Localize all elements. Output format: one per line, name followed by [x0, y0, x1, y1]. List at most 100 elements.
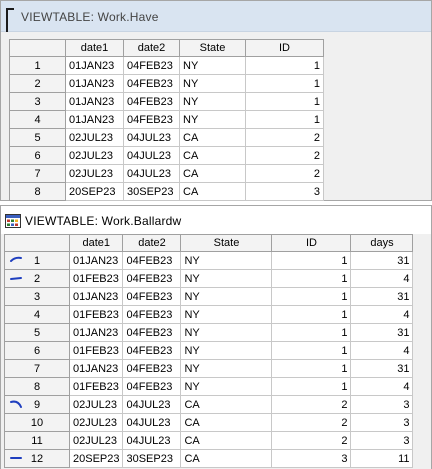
column-header[interactable]: ID [245, 39, 324, 57]
column-header[interactable]: State [180, 234, 273, 252]
table-row[interactable]: 5 02JUL23 04JUL23 CA 2 [9, 128, 324, 147]
cell-id[interactable]: 1 [245, 56, 324, 75]
column-header[interactable]: date2 [122, 234, 182, 252]
cell-date1[interactable]: 01FEB23 [68, 269, 124, 288]
cell-id[interactable]: 3 [271, 449, 352, 468]
cell-date1[interactable]: 02JUL23 [65, 164, 124, 183]
cell-date1[interactable]: 01FEB23 [68, 341, 124, 360]
cell-date2[interactable]: 04FEB23 [122, 377, 182, 396]
cell-days[interactable]: 31 [350, 359, 414, 378]
row-number[interactable]: 1 [9, 56, 66, 75]
cell-days[interactable]: 3 [350, 413, 414, 432]
cell-date1[interactable]: 02JUL23 [68, 413, 124, 432]
table-row[interactable]: 3 01JAN23 04FEB23 NY 1 31 [4, 287, 414, 306]
cell-date1[interactable]: 01JAN23 [68, 251, 124, 270]
cell-date1[interactable]: 02JUL23 [68, 431, 124, 450]
cell-date1[interactable]: 01FEB23 [68, 377, 124, 396]
cell-state[interactable]: NY [179, 56, 246, 75]
cell-date2[interactable]: 04FEB23 [122, 359, 182, 378]
cell-days[interactable]: 31 [350, 323, 414, 342]
table-row[interactable]: 1 01JAN23 04FEB23 NY 1 31 [4, 251, 414, 270]
cell-id[interactable]: 1 [271, 287, 352, 306]
cell-date1[interactable]: 01JAN23 [65, 92, 124, 111]
cell-days[interactable]: 3 [350, 431, 414, 450]
cell-id[interactable]: 1 [271, 359, 352, 378]
row-number[interactable]: 12 [4, 449, 70, 468]
row-number[interactable]: 11 [4, 431, 70, 450]
table-row[interactable]: 6 02JUL23 04JUL23 CA 2 [9, 146, 324, 165]
cell-days[interactable]: 11 [350, 449, 414, 468]
cell-id[interactable]: 1 [271, 251, 352, 270]
cell-state[interactable]: CA [180, 431, 273, 450]
table-row[interactable]: 10 02JUL23 04JUL23 CA 2 3 [4, 413, 414, 432]
table-row[interactable]: 4 01FEB23 04FEB23 NY 1 4 [4, 305, 414, 324]
cell-date1[interactable]: 01JAN23 [65, 74, 124, 93]
cell-id[interactable]: 1 [271, 323, 352, 342]
cell-days[interactable]: 31 [350, 251, 414, 270]
cell-date2[interactable]: 04FEB23 [123, 110, 180, 129]
cell-days[interactable]: 3 [350, 395, 414, 414]
column-header[interactable]: ID [271, 234, 352, 252]
cell-state[interactable]: NY [180, 305, 273, 324]
cell-id[interactable]: 2 [271, 431, 352, 450]
window-titlebar[interactable]: VIEWTABLE: Work.Ballardw [1, 206, 431, 234]
cell-days[interactable]: 4 [350, 269, 414, 288]
column-header[interactable]: date2 [123, 39, 180, 57]
column-header[interactable]: date1 [65, 39, 124, 57]
cell-id[interactable]: 1 [271, 269, 352, 288]
table-row[interactable]: 6 01FEB23 04FEB23 NY 1 4 [4, 341, 414, 360]
cell-date2[interactable]: 04FEB23 [122, 323, 182, 342]
table-row[interactable]: 12 20SEP23 30SEP23 CA 3 11 [4, 449, 414, 468]
cell-date2[interactable]: 04JUL23 [123, 164, 180, 183]
row-number[interactable]: 6 [4, 341, 70, 360]
table-row[interactable]: 7 01JAN23 04FEB23 NY 1 31 [4, 359, 414, 378]
cell-date1[interactable]: 02JUL23 [65, 128, 124, 147]
cell-id[interactable]: 1 [271, 305, 352, 324]
table-row[interactable]: 2 01FEB23 04FEB23 NY 1 4 [4, 269, 414, 288]
cell-state[interactable]: CA [180, 395, 273, 414]
cell-date1[interactable]: 01JAN23 [65, 56, 124, 75]
table-row[interactable]: 8 01FEB23 04FEB23 NY 1 4 [4, 377, 414, 396]
cell-date1[interactable]: 01JAN23 [65, 110, 124, 129]
row-number[interactable]: 2 [4, 269, 70, 288]
cell-days[interactable]: 4 [350, 305, 414, 324]
cell-state[interactable]: NY [180, 377, 273, 396]
cell-state[interactable]: NY [180, 323, 273, 342]
cell-state[interactable]: NY [179, 74, 246, 93]
row-number[interactable]: 5 [4, 323, 70, 342]
cell-date2[interactable]: 30SEP23 [122, 449, 182, 468]
cell-id[interactable]: 1 [245, 74, 324, 93]
cell-date2[interactable]: 04JUL23 [122, 395, 182, 414]
row-number[interactable]: 10 [4, 413, 70, 432]
cell-state[interactable]: NY [180, 287, 273, 306]
row-number[interactable]: 6 [9, 146, 66, 165]
table-corner[interactable] [9, 39, 66, 57]
table-row[interactable]: 11 02JUL23 04JUL23 CA 2 3 [4, 431, 414, 450]
table-row[interactable]: 7 02JUL23 04JUL23 CA 2 [9, 164, 324, 183]
cell-date1[interactable]: 01JAN23 [68, 287, 124, 306]
table-row[interactable]: 5 01JAN23 04FEB23 NY 1 31 [4, 323, 414, 342]
row-number[interactable]: 8 [4, 377, 70, 396]
cell-id[interactable]: 2 [245, 146, 324, 165]
cell-date2[interactable]: 04FEB23 [122, 269, 182, 288]
cell-state[interactable]: CA [180, 449, 273, 468]
cell-state[interactable]: CA [179, 128, 246, 147]
cell-date2[interactable]: 04FEB23 [123, 92, 180, 111]
cell-date1[interactable]: 20SEP23 [65, 182, 124, 201]
row-number[interactable]: 7 [9, 164, 66, 183]
cell-days[interactable]: 4 [350, 377, 414, 396]
cell-id[interactable]: 2 [245, 128, 324, 147]
cell-date2[interactable]: 04FEB23 [122, 305, 182, 324]
table-corner[interactable] [4, 234, 70, 252]
cell-id[interactable]: 2 [271, 395, 352, 414]
cell-state[interactable]: NY [180, 269, 273, 288]
cell-date1[interactable]: 01JAN23 [68, 359, 124, 378]
cell-state[interactable]: NY [180, 341, 273, 360]
cell-date2[interactable]: 04JUL23 [122, 431, 182, 450]
cell-id[interactable]: 2 [245, 164, 324, 183]
row-number[interactable]: 4 [4, 305, 70, 324]
cell-date1[interactable]: 20SEP23 [68, 449, 124, 468]
row-number[interactable]: 8 [9, 182, 66, 201]
cell-state[interactable]: CA [179, 182, 246, 201]
cell-id[interactable]: 2 [271, 413, 352, 432]
